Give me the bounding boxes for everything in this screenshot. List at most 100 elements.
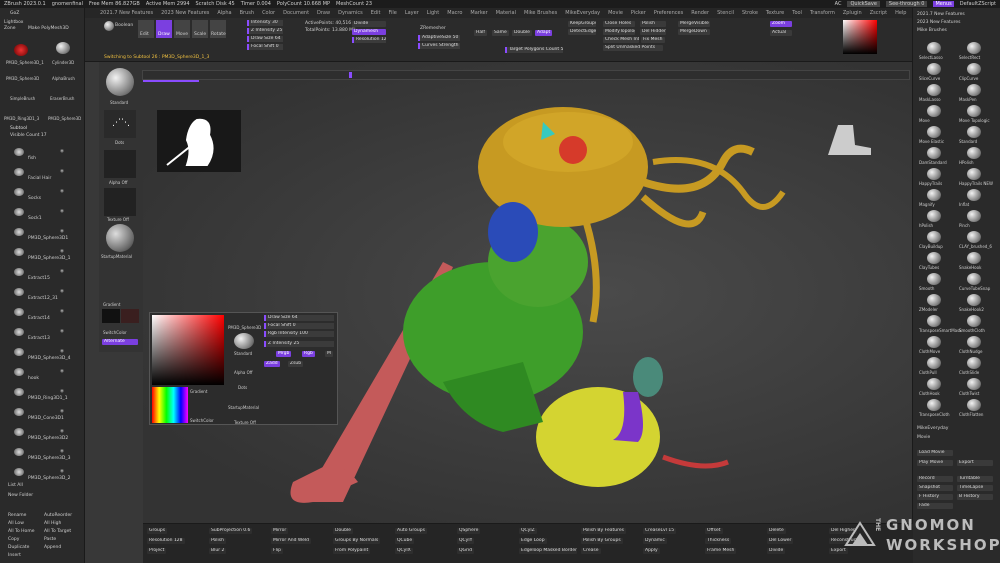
- subtool-item[interactable]: Facial Hair: [28, 176, 51, 181]
- subtool-eye-icon[interactable]: ◉: [60, 389, 64, 394]
- bottom-shelf-control[interactable]: Flip: [271, 548, 283, 554]
- menu-item-5[interactable]: Document: [283, 10, 309, 16]
- lightbox-tools[interactable]: Lightbox: [4, 20, 23, 25]
- focal-shift-slider[interactable]: Focal Shift 0: [247, 44, 283, 50]
- movie-button[interactable]: Turntable: [957, 476, 993, 482]
- bottom-shelf-control[interactable]: Groups By Normals: [333, 538, 381, 544]
- subtool-thumb[interactable]: [14, 408, 24, 416]
- subtool-item[interactable]: Extract15: [28, 276, 50, 281]
- actual-button[interactable]: Actual: [770, 30, 792, 36]
- subtool-action[interactable]: All To Target: [44, 529, 71, 534]
- brush-icon[interactable]: [967, 168, 981, 180]
- menus-button[interactable]: Menus: [933, 1, 954, 7]
- subtool-eye-icon[interactable]: ◉: [60, 329, 64, 334]
- menu-item-7[interactable]: Dynamics: [338, 10, 363, 16]
- subtool-action[interactable]: All To Home: [8, 529, 34, 534]
- brush-icon[interactable]: [927, 294, 941, 306]
- movie-button[interactable]: Play Movie: [917, 460, 953, 466]
- adapt-button[interactable]: Adapt: [535, 30, 553, 36]
- menu-item-18[interactable]: Picker: [631, 10, 646, 16]
- menubar-item[interactable]: gnomenfinal: [52, 1, 83, 7]
- menu-item-11[interactable]: Light: [427, 10, 439, 16]
- subtool-action[interactable]: All Low: [8, 521, 24, 526]
- brush-icon[interactable]: [967, 63, 981, 75]
- brush-icon[interactable]: [927, 63, 941, 75]
- brush-icon[interactable]: [967, 189, 981, 201]
- brush-icon[interactable]: [967, 231, 981, 243]
- bottom-shelf-control[interactable]: Project: [147, 548, 167, 554]
- movie-button[interactable]: Fade: [917, 503, 953, 509]
- scale-button[interactable]: Scale: [192, 20, 208, 38]
- bottom-shelf-control[interactable]: SubProjection 0.6: [209, 528, 253, 534]
- menu-item-4[interactable]: Color: [262, 10, 275, 16]
- subtool-eye-icon[interactable]: ◉: [60, 409, 64, 414]
- subtool-thumb[interactable]: [14, 188, 24, 196]
- popup-standard-icon[interactable]: [234, 333, 254, 349]
- right-menu-item[interactable]: 2023 New Features: [917, 20, 960, 25]
- menubar-right[interactable]: AC: [835, 1, 842, 7]
- half-button[interactable]: Half: [474, 30, 487, 36]
- menu-item-20[interactable]: Render: [691, 10, 709, 16]
- movie-button[interactable]: Export: [957, 460, 993, 466]
- brush-icon[interactable]: [927, 399, 941, 411]
- subtool-item[interactable]: PM3D_Cone3D1: [28, 416, 64, 421]
- menu-item-13[interactable]: Marker: [470, 10, 487, 16]
- subtool-action[interactable]: Rename: [8, 513, 26, 518]
- subtool-thumb[interactable]: [14, 208, 24, 216]
- bottom-shelf-control[interactable]: Divide: [767, 548, 786, 554]
- subtool-eye-icon[interactable]: ◉: [60, 469, 64, 474]
- brush-icon[interactable]: [967, 147, 981, 159]
- subtool-action[interactable]: Duplicate: [8, 545, 29, 550]
- subtool-thumb[interactable]: [14, 328, 24, 336]
- popup-zsub[interactable]: Zsub: [288, 361, 304, 367]
- movie-button[interactable]: Load Movie: [917, 450, 953, 456]
- movie-button[interactable]: F History: [917, 494, 953, 500]
- bottom-shelf-control[interactable]: CreaseLvl 15: [643, 528, 677, 534]
- brush-icon[interactable]: [927, 84, 941, 96]
- subtool-eye-icon[interactable]: ◉: [60, 309, 64, 314]
- menu-item-23[interactable]: Texture: [766, 10, 784, 16]
- menu-item-19[interactable]: Preferences: [654, 10, 683, 16]
- bottom-shelf-control[interactable]: QCylY: [457, 538, 475, 544]
- bottom-shelf-control[interactable]: Edge Loop: [519, 538, 547, 544]
- subtool-action[interactable]: All High: [44, 521, 61, 526]
- bottom-shelf-control[interactable]: Del Lower: [767, 538, 794, 544]
- target-polygons-slider[interactable]: Target Polygons Count 5: [505, 47, 563, 53]
- subtool-thumb[interactable]: [14, 368, 24, 376]
- popup-rgb[interactable]: Rgb: [302, 351, 315, 357]
- subtool-item[interactable]: PM3D_Sphere3D_3: [28, 456, 70, 461]
- subtool-item[interactable]: Sock1: [28, 216, 42, 221]
- popup-switchcolor-label[interactable]: SwitchColor: [190, 418, 214, 423]
- menu-item-1[interactable]: 2023 New Features: [161, 10, 209, 16]
- fix-mesh-button[interactable]: Fix Mesh: [641, 37, 665, 43]
- brush-icon[interactable]: [967, 399, 981, 411]
- secondary-color-swatch[interactable]: [121, 309, 139, 323]
- see-through-slider[interactable]: See-through 0: [885, 1, 928, 7]
- check-mesh-button[interactable]: Check Mesh Int: [603, 37, 639, 43]
- subtool-thumb[interactable]: [14, 268, 24, 276]
- subtool-action[interactable]: New Folder: [8, 493, 33, 498]
- subtool-thumb[interactable]: [14, 448, 24, 456]
- subtool-eye-icon[interactable]: ◉: [60, 229, 64, 234]
- popup-color-picker[interactable]: [152, 315, 224, 385]
- brush-icon[interactable]: [967, 126, 981, 138]
- dots-stroke-icon[interactable]: ⋰⋱: [104, 110, 136, 138]
- popup-z-intensity[interactable]: Z Intensity 25: [264, 341, 334, 347]
- subtool-action[interactable]: Paste: [44, 537, 56, 542]
- brush-icon[interactable]: [927, 252, 941, 264]
- intensity-slider[interactable]: Intensity 30: [247, 20, 283, 26]
- menu-item-17[interactable]: Movie: [608, 10, 623, 16]
- popup-hue-bar[interactable]: [152, 387, 188, 423]
- polish-button[interactable]: Polish: [640, 21, 666, 27]
- subtool-item[interactable]: PM3D_Sphere3D_1: [28, 256, 70, 261]
- right-menu-item[interactable]: 2021.7 New Features: [917, 12, 965, 17]
- brush-icon[interactable]: [967, 315, 981, 327]
- subtool-eye-icon[interactable]: ◉: [60, 149, 64, 154]
- section-mikeeveryday[interactable]: MikeEveryday: [917, 426, 948, 431]
- bottom-shelf-control[interactable]: Auto Groups: [395, 528, 427, 534]
- menu-item-12[interactable]: Macro: [447, 10, 462, 16]
- subtool-thumb[interactable]: [14, 288, 24, 296]
- bottom-shelf-control[interactable]: Polish By Features: [581, 528, 626, 534]
- subtool-thumb[interactable]: [14, 248, 24, 256]
- divide-button[interactable]: Divide: [352, 21, 386, 27]
